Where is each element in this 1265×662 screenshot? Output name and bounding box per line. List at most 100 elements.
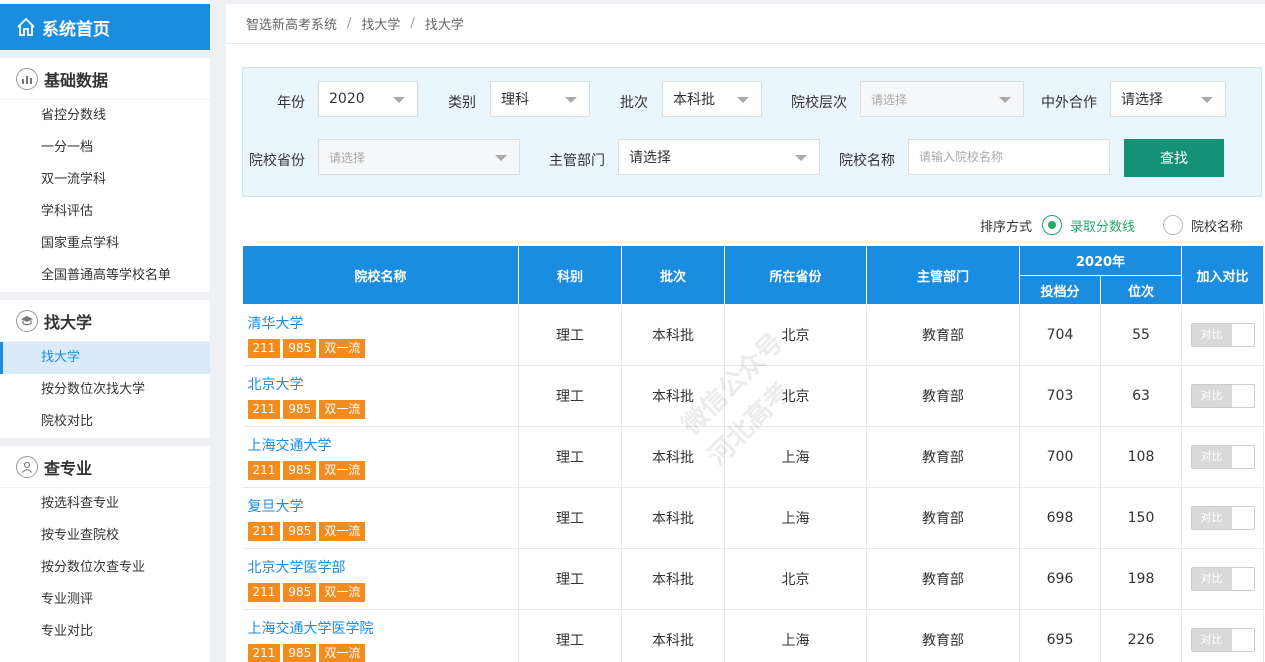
school-level-label: 院校层次 (791, 95, 847, 111)
sort-label: 排序方式 (979, 219, 1032, 235)
compare-toggle[interactable]: 对比 (1190, 323, 1255, 347)
section-title: 查专业 (44, 458, 93, 478)
school-name-input[interactable] (908, 139, 1110, 175)
section-find-university[interactable]: 找大学 (0, 300, 210, 342)
tag-badge: 985 (283, 460, 317, 480)
cell-province: 北京 (724, 304, 867, 366)
sidebar-item-double-first-class[interactable]: 双一流学科 (0, 164, 210, 196)
sort-radio-name[interactable] (1162, 215, 1183, 235)
section-basic-data[interactable]: 基础数据 (0, 58, 210, 100)
university-link[interactable]: 清华大学 (248, 313, 519, 333)
table-row: 上海交通大学 211 985 双一流 理工 本科批 上海 教育部 700 108 对… (242, 426, 1264, 488)
section-find-major[interactable]: 查专业 (0, 446, 210, 488)
sidebar-item-major-by-score-rank[interactable]: 按分数位次查专业 (0, 552, 210, 584)
university-link[interactable]: 北京大学医学部 (248, 557, 519, 577)
sort-radio-score[interactable] (1041, 215, 1062, 235)
cell-score: 700 (1019, 426, 1101, 488)
university-link[interactable]: 复旦大学 (248, 496, 519, 516)
tag-badge: 211 (247, 521, 281, 541)
cell-score: 696 (1019, 548, 1101, 610)
cell-batch: 本科批 (621, 365, 725, 427)
cell-rank: 198 (1100, 548, 1182, 610)
cell-batch: 本科批 (621, 609, 725, 662)
year-select[interactable]: 2020 (318, 81, 418, 117)
batch-label: 批次 (620, 95, 648, 111)
main-panel: 智选新高考系统 / 找大学 / 找大学 年份 2020 类别 理科 批次 本科批… (226, 4, 1265, 662)
compare-toggle[interactable]: 对比 (1190, 384, 1255, 408)
batch-select[interactable]: 本科批 (662, 81, 762, 117)
cell-batch: 本科批 (621, 487, 725, 549)
header-province: 所在省份 (724, 245, 867, 305)
tag-badge: 985 (283, 643, 317, 662)
cell-rank: 150 (1100, 487, 1182, 549)
cell-province: 上海 (724, 426, 867, 488)
sidebar-item-school-list[interactable]: 全国普通高等学校名单 (0, 260, 210, 292)
sidebar-item-find-by-score-rank[interactable]: 按分数位次找大学 (0, 374, 210, 406)
cell-province: 上海 (724, 609, 867, 662)
joint-select[interactable]: 请选择 (1110, 81, 1226, 117)
cell-province: 上海 (724, 487, 867, 549)
cell-department: 教育部 (866, 548, 1020, 610)
tag-badge: 双一流 (319, 521, 366, 541)
school-level-select[interactable]: 请选择 (860, 81, 1024, 117)
cell-department: 教育部 (866, 365, 1020, 427)
table-row: 北京大学 211 985 双一流 理工 本科批 北京 教育部 703 63 对比 (242, 365, 1264, 427)
sort-option-score[interactable]: 录取分数线 (1070, 216, 1135, 235)
compare-toggle[interactable]: 对比 (1190, 628, 1255, 652)
cell-score: 695 (1019, 609, 1101, 662)
province-label: 院校省份 (249, 153, 305, 169)
header-rank: 位次 (1100, 275, 1182, 305)
cell-department: 教育部 (866, 487, 1020, 549)
compare-toggle[interactable]: 对比 (1190, 445, 1255, 469)
breadcrumb-item[interactable]: 找大学 (361, 14, 400, 33)
sidebar-item-major-compare[interactable]: 专业对比 (0, 616, 210, 648)
tag-badge: 双一流 (319, 643, 366, 662)
compare-toggle[interactable]: 对比 (1190, 567, 1255, 591)
tag-badge: 211 (247, 460, 281, 480)
university-link[interactable]: 上海交通大学医学院 (248, 618, 519, 638)
sidebar-item-key-discipline[interactable]: 国家重点学科 (0, 228, 210, 260)
sidebar-item-school-by-major[interactable]: 按专业查院校 (0, 520, 210, 552)
cell-score: 698 (1019, 487, 1101, 549)
chevron-down-icon (737, 97, 749, 103)
sidebar-item-discipline-evaluation[interactable]: 学科评估 (0, 196, 210, 228)
cell-province: 北京 (724, 365, 867, 427)
university-link[interactable]: 上海交通大学 (248, 435, 519, 455)
cell-rank: 55 (1100, 304, 1182, 366)
search-button[interactable]: 查找 (1124, 139, 1224, 177)
section-title: 基础数据 (44, 70, 109, 90)
header-subject: 科别 (518, 245, 622, 305)
section-title: 找大学 (44, 312, 93, 332)
cell-score: 703 (1019, 365, 1101, 427)
table-row: 复旦大学 211 985 双一流 理工 本科批 上海 教育部 698 150 对比 (242, 487, 1264, 549)
compare-toggle-label: 对比 (1191, 385, 1232, 407)
cell-subject: 理工 (518, 426, 622, 488)
province-select[interactable]: 请选择 (318, 139, 520, 175)
sort-option-name[interactable]: 院校名称 (1191, 216, 1243, 235)
university-link[interactable]: 北京大学 (248, 374, 519, 394)
table-row: 上海交通大学医学院 211 985 双一流 理工 本科批 上海 教育部 695 22… (242, 609, 1264, 662)
breadcrumb-item[interactable]: 智选新高考系统 (246, 14, 337, 33)
tag-badge: 双一流 (319, 399, 366, 419)
sidebar-item-school-compare[interactable]: 院校对比 (0, 406, 210, 438)
cell-subject: 理工 (518, 609, 622, 662)
home-nav-button[interactable]: 系统首页 (0, 4, 210, 50)
tag-badge: 211 (247, 582, 281, 602)
sort-options: 排序方式 录取分数线 院校名称 (980, 215, 1243, 235)
home-label: 系统首页 (42, 19, 110, 40)
sidebar-item-major-assessment[interactable]: 专业测评 (0, 584, 210, 616)
header-name: 院校名称 (242, 245, 519, 305)
department-select[interactable]: 请选择 (618, 139, 820, 175)
chevron-down-icon (999, 97, 1011, 103)
compare-toggle-label: 对比 (1191, 507, 1232, 529)
compare-toggle-label: 对比 (1191, 568, 1232, 590)
sidebar-item-find-university[interactable]: 找大学 (0, 342, 210, 374)
sidebar-item-score-table[interactable]: 一分一档 (0, 132, 210, 164)
batch-value: 本科批 (673, 92, 715, 108)
compare-toggle[interactable]: 对比 (1190, 506, 1255, 530)
category-select[interactable]: 理科 (490, 81, 590, 117)
bar-chart-icon (16, 67, 38, 90)
sidebar-item-province-control-line[interactable]: 省控分数线 (0, 100, 210, 132)
tag-badge: 211 (247, 399, 281, 419)
sidebar-item-major-by-subject[interactable]: 按选科查专业 (0, 488, 210, 520)
